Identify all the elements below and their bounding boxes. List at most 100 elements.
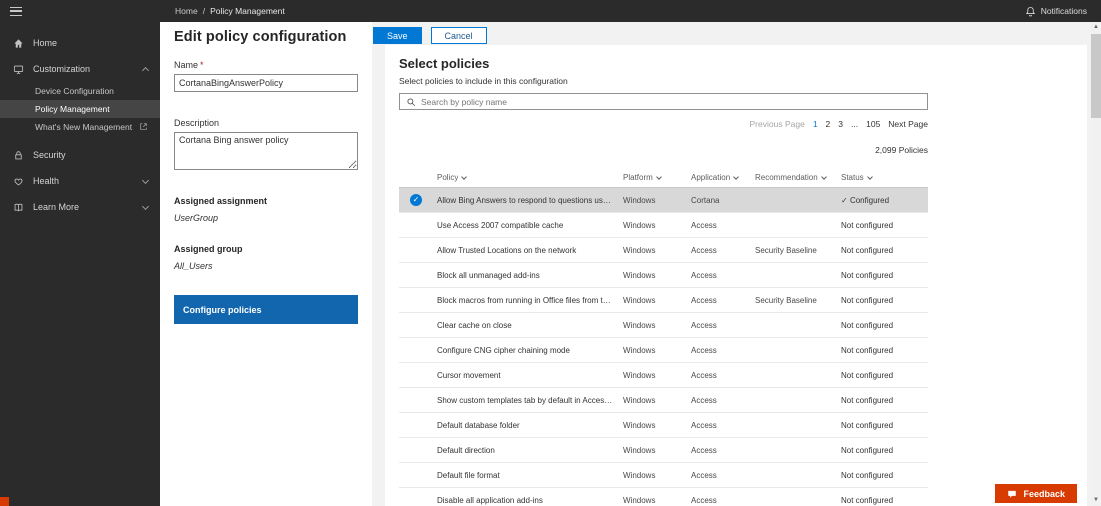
table-row[interactable]: ✓ Block macros from running in Office fi… xyxy=(399,288,928,313)
policy-name-cell: Configure CNG cipher chaining mode xyxy=(437,346,623,355)
application-cell: Access xyxy=(691,446,755,455)
name-label: Name* xyxy=(174,60,358,70)
policy-search-box xyxy=(399,93,928,110)
policy-name-cell: Clear cache on close xyxy=(437,321,623,330)
platform-cell: Windows xyxy=(623,296,691,305)
sidebar-item-device-configuration[interactable]: Device Configuration xyxy=(0,82,160,100)
row-select-cell[interactable]: ✓ xyxy=(399,194,437,206)
select-policies-panel: Select policies Select policies to inclu… xyxy=(385,45,1087,506)
policy-name-cell: Allow Trusted Locations on the network xyxy=(437,246,623,255)
notifications-button[interactable]: Notifications xyxy=(1025,6,1101,17)
recommendation-cell: Security Baseline xyxy=(755,246,841,255)
table-row[interactable]: ✓ Allow Trusted Locations on the network… xyxy=(399,238,928,263)
hamburger-menu-icon[interactable] xyxy=(10,7,22,16)
header-status[interactable]: Status xyxy=(841,173,928,182)
status-cell: ✓ Not configured xyxy=(841,446,928,455)
sidebar-item-label: Health xyxy=(33,176,59,186)
configure-policies-step[interactable]: Configure policies xyxy=(174,295,358,324)
feedback-button[interactable]: Feedback xyxy=(995,484,1077,503)
scroll-down-arrow-icon[interactable]: ▼ xyxy=(1091,495,1101,506)
table-row[interactable]: ✓ Default database folder Windows Access… xyxy=(399,413,928,438)
chevron-up-icon xyxy=(142,67,149,74)
sidebar-item-learn-more[interactable]: Learn More xyxy=(0,194,160,220)
status-text: Not configured xyxy=(841,371,893,380)
table-row[interactable]: ✓ Clear cache on close Windows Access ✓ … xyxy=(399,313,928,338)
sidebar-subitem-label: Policy Management xyxy=(35,104,110,114)
policy-search-input[interactable] xyxy=(421,97,921,107)
table-row[interactable]: ✓ Block all unmanaged add-ins Windows Ac… xyxy=(399,263,928,288)
header-application[interactable]: Application xyxy=(691,173,755,182)
sidebar-item-security[interactable]: Security xyxy=(0,142,160,168)
vertical-scrollbar[interactable]: ▲ ▼ xyxy=(1091,22,1101,506)
status-cell: ✓ Not configured xyxy=(841,246,928,255)
status-cell: ✓ Not configured xyxy=(841,371,928,380)
sidebar: Home Customization Device Configuration … xyxy=(0,22,160,506)
page-number-105[interactable]: 105 xyxy=(866,119,880,129)
page-number-2[interactable]: 2 xyxy=(826,119,831,129)
page-number-3[interactable]: 3 xyxy=(838,119,843,129)
status-cell: ✓ Not configured xyxy=(841,421,928,430)
scroll-up-arrow-icon[interactable]: ▲ xyxy=(1091,22,1101,33)
scrollbar-thumb[interactable] xyxy=(1091,34,1101,118)
save-button[interactable]: Save xyxy=(373,27,422,44)
previous-page-button[interactable]: Previous Page xyxy=(750,119,805,129)
corner-accent-badge xyxy=(0,497,9,506)
application-cell: Access xyxy=(691,346,755,355)
sidebar-item-label: Customization xyxy=(33,64,90,74)
chevron-down-icon xyxy=(142,202,149,209)
name-field[interactable] xyxy=(174,74,358,92)
platform-cell: Windows xyxy=(623,471,691,480)
description-field[interactable]: Cortana Bing answer policy xyxy=(174,132,358,170)
cancel-button[interactable]: Cancel xyxy=(431,27,487,44)
application-cell: Access xyxy=(691,421,755,430)
table-row[interactable]: ✓ Default direction Windows Access ✓ Not… xyxy=(399,438,928,463)
selected-check-icon: ✓ xyxy=(410,194,422,206)
platform-cell: Windows xyxy=(623,271,691,280)
application-cell: Access xyxy=(691,221,755,230)
table-row[interactable]: ✓ Disable all application add-ins Window… xyxy=(399,488,928,506)
sidebar-item-whats-new-management[interactable]: What's New Management xyxy=(0,118,160,136)
header-recommendation[interactable]: Recommendation xyxy=(755,173,841,182)
table-row[interactable]: ✓ Show custom templates tab by default i… xyxy=(399,388,928,413)
sidebar-item-health[interactable]: Health xyxy=(0,168,160,194)
table-row[interactable]: ✓ Default file format Windows Access ✓ N… xyxy=(399,463,928,488)
chevron-down-icon xyxy=(142,176,149,183)
policy-name-cell: Block macros from running in Office file… xyxy=(437,296,623,305)
page-title: Edit policy configuration xyxy=(174,29,358,45)
page-number-1[interactable]: 1 xyxy=(813,119,818,129)
policy-name-cell: Default database folder xyxy=(437,421,623,430)
policy-table-body: ✓ Allow Bing Answers to respond to quest… xyxy=(399,188,928,506)
speech-bubble-icon xyxy=(1007,489,1017,499)
select-policies-title: Select policies xyxy=(399,56,928,71)
sidebar-subitem-label: What's New Management xyxy=(35,122,132,132)
platform-cell: Windows xyxy=(623,196,691,205)
status-cell: ✓ Not configured xyxy=(841,471,928,480)
platform-cell: Windows xyxy=(623,221,691,230)
breadcrumb-home[interactable]: Home xyxy=(175,6,198,16)
policy-name-cell: Disable all application add-ins xyxy=(437,496,623,505)
policy-name-cell: Show custom templates tab by default in … xyxy=(437,396,623,405)
status-cell: ✓ Configured xyxy=(841,196,928,205)
sidebar-item-policy-management[interactable]: Policy Management xyxy=(0,100,160,118)
next-page-button[interactable]: Next Page xyxy=(888,119,928,129)
table-row[interactable]: ✓ Allow Bing Answers to respond to quest… xyxy=(399,188,928,213)
policy-count: 2,099 Policies xyxy=(399,145,928,155)
status-cell: ✓ Not configured xyxy=(841,271,928,280)
header-platform[interactable]: Platform xyxy=(623,173,691,182)
application-cell: Access xyxy=(691,246,755,255)
application-cell: Access xyxy=(691,496,755,505)
table-row[interactable]: ✓ Use Access 2007 compatible cache Windo… xyxy=(399,213,928,238)
page-ellipsis: ... xyxy=(851,119,858,129)
status-text: Configured xyxy=(850,196,889,205)
status-text: Not configured xyxy=(841,446,893,455)
breadcrumb-current[interactable]: Policy Management xyxy=(210,6,285,16)
table-row[interactable]: ✓ Configure CNG cipher chaining mode Win… xyxy=(399,338,928,363)
platform-cell: Windows xyxy=(623,421,691,430)
application-cell: Cortana xyxy=(691,196,755,205)
table-row[interactable]: ✓ Cursor movement Windows Access ✓ Not c… xyxy=(399,363,928,388)
policy-name-cell: Block all unmanaged add-ins xyxy=(437,271,623,280)
sidebar-item-customization[interactable]: Customization xyxy=(0,56,160,82)
sidebar-item-home[interactable]: Home xyxy=(0,30,160,56)
header-policy[interactable]: Policy xyxy=(437,173,623,182)
policy-name-cell: Cursor movement xyxy=(437,371,623,380)
